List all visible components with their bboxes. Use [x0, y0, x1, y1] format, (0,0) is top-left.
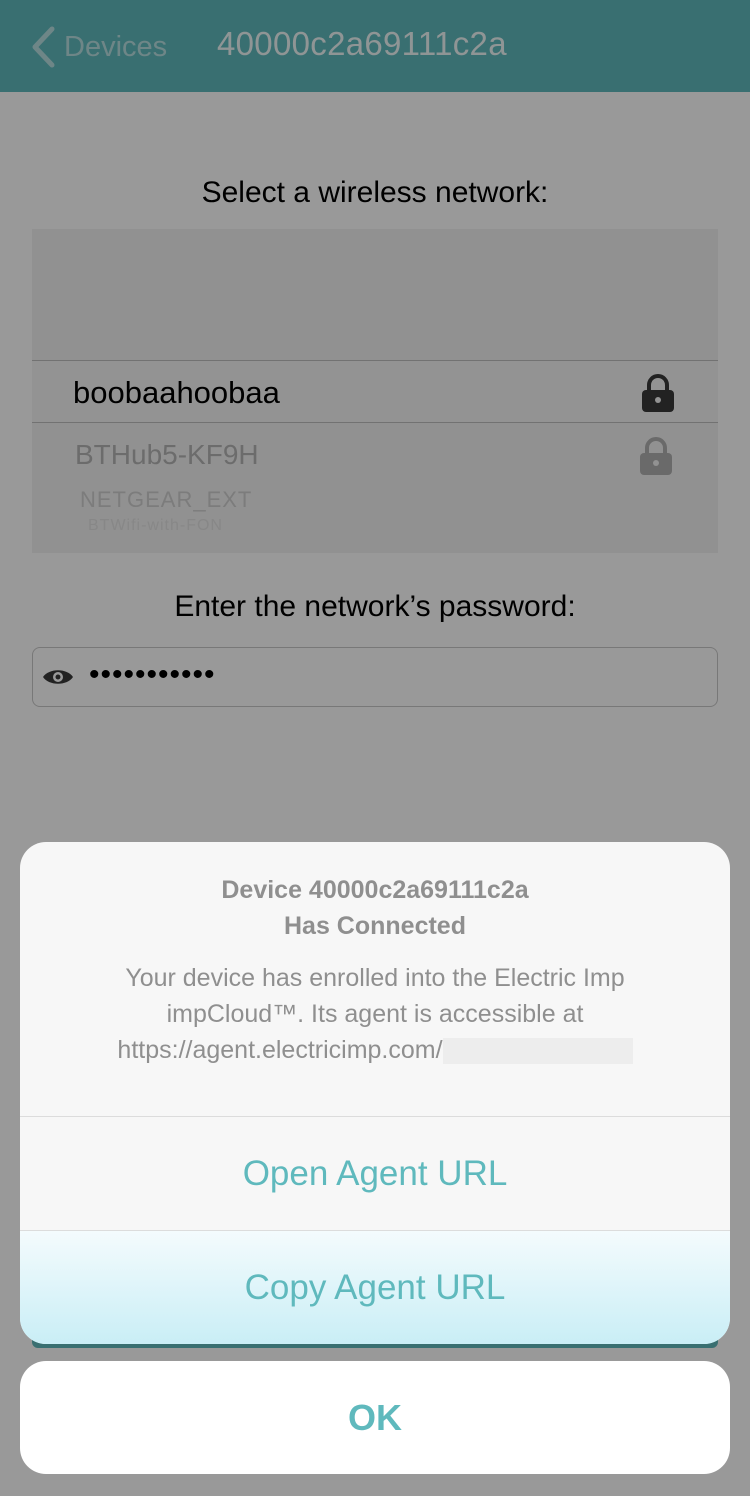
- ok-button[interactable]: OK: [20, 1361, 730, 1474]
- alert-message-line: impCloud™. Its agent is accessible at: [166, 1000, 584, 1028]
- alert-header: Device 40000c2a69111c2a Has Connected Yo…: [20, 842, 730, 1115]
- alert-title: Device 40000c2a69111c2a Has Connected: [20, 872, 730, 944]
- alert-title-line: Device 40000c2a69111c2a: [221, 876, 529, 904]
- alert-title-line: Has Connected: [284, 912, 466, 940]
- agent-url-prefix: https://agent.electricimp.com/: [117, 1036, 443, 1064]
- alert-message: Your device has enrolled into the Electr…: [60, 960, 690, 1068]
- redacted-agent-id: [442, 1038, 633, 1065]
- alert-message-line: https://agent.electricimp.com/: [60, 1032, 690, 1068]
- action-sheet: Device 40000c2a69111c2a Has Connected Yo…: [20, 842, 730, 1344]
- open-agent-url-button[interactable]: Open Agent URL: [20, 1116, 730, 1231]
- alert-message-line: Your device has enrolled into the Electr…: [125, 964, 625, 992]
- copy-agent-url-button[interactable]: Copy Agent URL: [20, 1230, 730, 1344]
